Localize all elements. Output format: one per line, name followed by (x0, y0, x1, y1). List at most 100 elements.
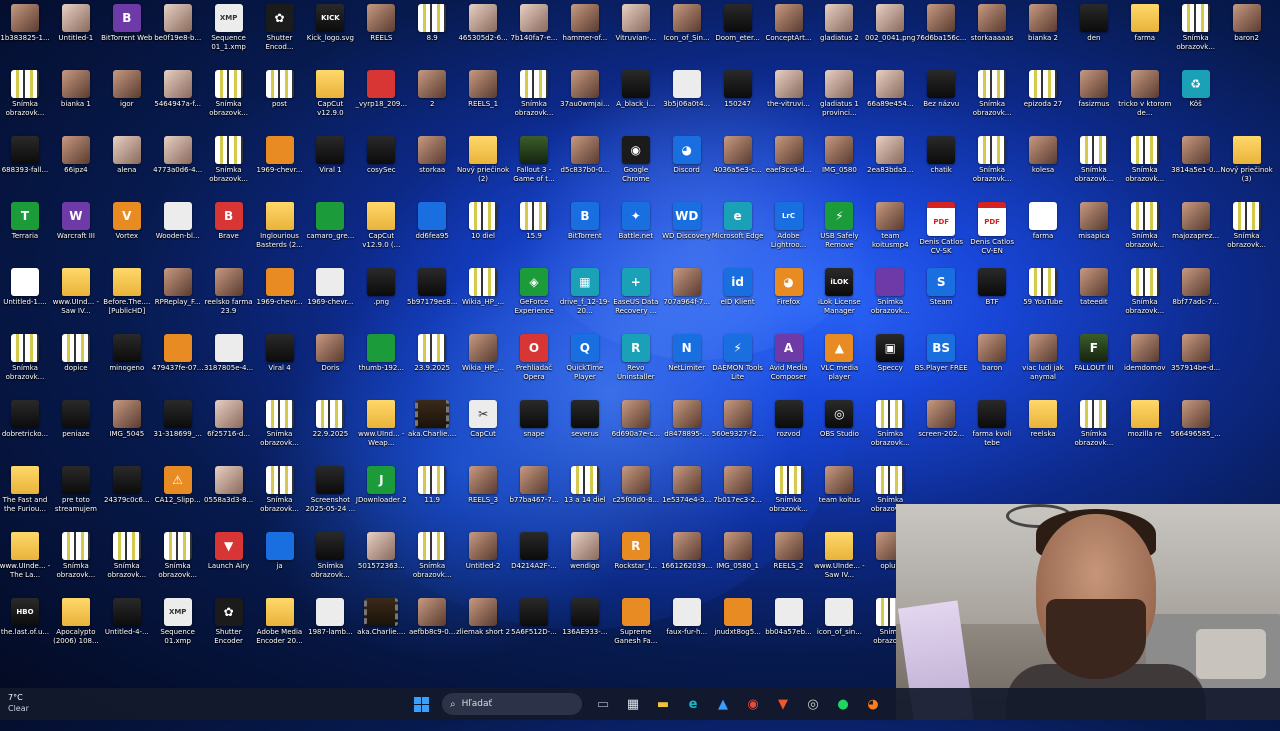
desktop-icon[interactable]: farma (1018, 202, 1068, 264)
desktop-icon[interactable]: A Avid Media Composer (764, 334, 814, 396)
desktop-icon[interactable]: 0558a3d3-8... (204, 466, 254, 528)
desktop-icon[interactable]: farma (1120, 4, 1170, 66)
desktop-icon[interactable]: post (255, 70, 305, 132)
desktop-icon[interactable]: 15.9 (509, 202, 559, 264)
desktop-icon[interactable]: Untitled-4-... (102, 598, 152, 660)
desktop-icon[interactable]: 1969-chevr... (305, 268, 355, 330)
desktop-icon[interactable]: 1661262039... (661, 532, 712, 594)
desktop-icon[interactable]: BTF (967, 268, 1017, 330)
desktop-icon[interactable]: be0f19e8-b... (153, 4, 203, 66)
search-input[interactable]: ⌕ Hľadať (442, 693, 582, 715)
desktop-icon[interactable]: 3b5j06a0t4... (662, 70, 712, 132)
desktop-icon[interactable]: baron2 (1222, 4, 1272, 66)
desktop-icon[interactable]: 4773a0d6-4... (153, 136, 203, 198)
desktop-icon[interactable]: camaro_gre... (305, 202, 355, 264)
desktop-icon[interactable]: 2 (407, 70, 457, 132)
desktop-icon[interactable]: Snímka obrazovk... (1069, 136, 1119, 198)
weather-widget[interactable]: 7°C Clear (8, 692, 68, 718)
desktop-icon[interactable]: cosySec (356, 136, 406, 198)
desktop-icon[interactable]: Snímka obrazovk... (1222, 202, 1272, 264)
desktop-icon[interactable]: .png (356, 268, 406, 330)
desktop-icon[interactable]: reelska (1018, 400, 1068, 462)
desktop-icon[interactable]: WD WD Discovery (662, 202, 712, 264)
taskbar-edge[interactable]: e (680, 691, 706, 717)
desktop-icon[interactable]: gladiatus 2 (814, 4, 864, 66)
desktop-icon[interactable]: aka.Charlie.... (356, 598, 406, 660)
desktop-icon[interactable]: thumb-192... (356, 334, 406, 396)
desktop-icon[interactable]: Untitled-1 (51, 4, 101, 66)
desktop-icon[interactable]: ◉ Google Chrome (611, 136, 661, 198)
desktop-icon[interactable]: F FALLOUT III (1069, 334, 1119, 396)
desktop-icon[interactable]: 5b97179ec8... (407, 268, 457, 330)
desktop-icon[interactable]: Snímka obrazovk... (0, 334, 50, 396)
desktop-icon[interactable]: farma kvoli tebe (967, 400, 1017, 462)
desktop-icon[interactable]: 59 YouTube (1018, 268, 1068, 330)
desktop-icon[interactable]: aefbb8c9-0... (407, 598, 457, 660)
desktop-icon[interactable]: Snímka obrazovk... (102, 532, 152, 594)
desktop-icon[interactable]: 3814a5e1-0... (1171, 136, 1221, 198)
desktop-icon[interactable]: XMP Sequence 01_1.xmp (204, 4, 254, 66)
desktop-icon[interactable]: Snímka obrazovk... (407, 532, 457, 594)
desktop-icon[interactable]: Wikia_HP_... (458, 268, 508, 330)
desktop-icon[interactable]: Icon_of_Sin... (662, 4, 712, 66)
desktop-icon[interactable]: dopice (51, 334, 101, 396)
desktop-icon[interactable]: pre toto streamujem (51, 466, 101, 528)
desktop-icon[interactable]: Nový priečinok (3) (1221, 136, 1273, 198)
desktop-icon[interactable]: HBO the.last.of.u... (0, 598, 50, 660)
desktop-icon[interactable]: Snímka obrazovk... (865, 400, 915, 462)
desktop-icon[interactable]: 66a89e454... (865, 70, 915, 132)
desktop-icon[interactable]: fasizmus (1069, 70, 1119, 132)
desktop-icon[interactable]: ja (255, 532, 305, 594)
desktop-icon[interactable]: B BitTorrent Web (101, 4, 152, 66)
desktop-icon[interactable]: _vyrp18_209... (356, 70, 407, 132)
desktop-icon[interactable]: bb04a57eb... (764, 598, 814, 660)
desktop-icon[interactable]: Snímka obrazovk... (1120, 136, 1170, 198)
desktop-icon[interactable]: mozilla re (1120, 400, 1170, 462)
desktop-icon[interactable]: 2ea83bda3... (865, 136, 915, 198)
desktop-icon[interactable]: zliemak short 2 (456, 598, 510, 660)
desktop-icon[interactable]: Snímka obrazovk... (0, 70, 50, 132)
desktop-icon[interactable]: team koitus (814, 466, 864, 528)
desktop-icon[interactable]: S Steam (916, 268, 966, 330)
desktop-icon[interactable]: Snímka obrazovk... (51, 532, 101, 594)
desktop-icon[interactable]: ▲ VLC media player (814, 334, 864, 396)
desktop-icon[interactable]: peniaze (51, 400, 101, 462)
desktop-icon[interactable]: Adobe Media Encoder 20... (255, 598, 305, 660)
desktop-icon[interactable]: B Brave (204, 202, 254, 264)
desktop-icon[interactable]: Nový priečinok (2) (457, 136, 509, 198)
desktop-icon[interactable]: Snímka obrazovk... (1120, 202, 1170, 264)
desktop-icon[interactable]: CapCut v12.9.0 (... (356, 202, 406, 264)
desktop-icon[interactable]: 150247 (713, 70, 763, 132)
desktop-icon[interactable]: B BitTorrent (560, 202, 610, 264)
desktop-icon[interactable]: eaef3cc4-d... (764, 136, 814, 198)
taskbar-obs[interactable]: ◎ (800, 691, 826, 717)
desktop-icon[interactable]: storkaaaaas (967, 4, 1017, 66)
desktop-icon[interactable]: 357914be-d... (1171, 334, 1221, 396)
desktop-icon[interactable]: 23.9.2025 (407, 334, 457, 396)
desktop-icon[interactable]: ✂ CapCut (458, 400, 508, 462)
desktop-icon[interactable]: tricko v ktorom de... (1118, 70, 1171, 132)
desktop-icon[interactable]: Viral 1 (305, 136, 355, 198)
desktop-icon[interactable]: Untitled-2 (458, 532, 508, 594)
desktop-icon[interactable]: ◎ OBS Studio (814, 400, 864, 462)
desktop-icon[interactable]: Untitled-1.... (0, 268, 50, 330)
desktop-icon[interactable]: aka.Charlie.... (407, 400, 457, 462)
desktop-icon[interactable]: V Vortex (102, 202, 152, 264)
desktop-icon[interactable]: 6f25716-d... (204, 400, 254, 462)
desktop-icon[interactable]: 24379c0c6... (102, 466, 152, 528)
desktop-icon[interactable]: R Revo Uninstaller (611, 334, 661, 396)
desktop-icon[interactable]: misapica (1069, 202, 1119, 264)
desktop-icon[interactable]: Doom_eter... (713, 4, 763, 66)
desktop-icon[interactable]: Snímka obrazovk... (153, 532, 203, 594)
desktop-icon[interactable]: PDF Denis Catlos CV-EN (967, 202, 1017, 264)
taskbar-spotify[interactable]: ● (830, 691, 856, 717)
desktop-icon[interactable]: 10 diel (458, 202, 508, 264)
desktop-icon[interactable]: LrC Adobe Lightroo... (764, 202, 814, 264)
desktop-icon[interactable]: icon_of_sin... (814, 598, 864, 660)
desktop-icon[interactable]: faux-fur-h... (662, 598, 712, 660)
desktop-icon[interactable]: REELS (356, 4, 406, 66)
desktop-icon[interactable]: ✿ Shutter Encod... (255, 4, 305, 66)
desktop-icon[interactable]: CapCut v12.9.0 (305, 70, 355, 132)
desktop-icon[interactable]: Snímka obrazovk... (1171, 4, 1221, 66)
desktop-icon[interactable]: RPReplay_F... (153, 268, 203, 330)
